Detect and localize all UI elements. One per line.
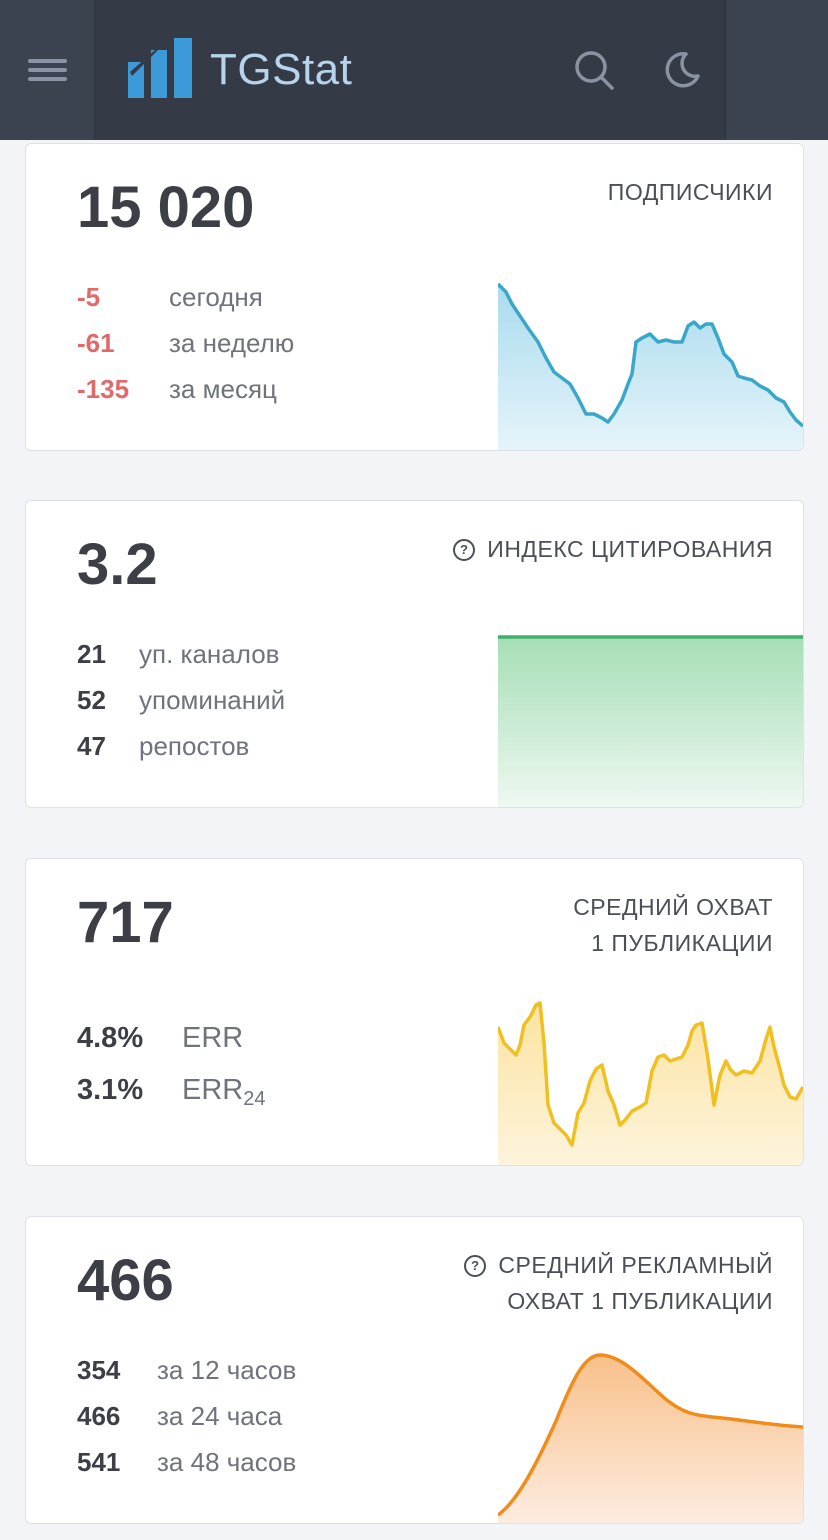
stat-value: 541 [77,1447,121,1477]
average-reach-title: СРЕДНИЙ ОХВАТ 1 ПУБЛИКАЦИИ [573,889,773,961]
title-line: СРЕДНИЙ ОХВАТ [573,894,773,920]
citation-index-title: ? ИНДЕКС ЦИТИРОВАНИЯ [453,531,773,567]
average-reach-value: 717 [77,890,174,955]
average-reach-card[interactable]: 717 СРЕДНИЙ ОХВАТ 1 ПУБЛИКАЦИИ 4.8% ERR 3… [25,858,804,1166]
average-ad-reach-card[interactable]: 466 ? СРЕДНИЙ РЕКЛАМНЫЙ ОХВАТ 1 ПУБЛИКАЦИ… [25,1216,804,1524]
stat-row: 466 за 24 часа [77,1399,282,1433]
stat-row: 21 уп. каналов [77,637,280,671]
stat-row: 52 упоминаний [77,683,285,717]
stat-label: за 12 часов [157,1355,297,1385]
stat-label: за 48 часов [157,1447,297,1477]
subscribers-sparkline [498,282,803,450]
stat-row: -5 сегодня [77,280,263,314]
menu-button[interactable] [0,0,95,140]
average-ad-reach-value: 466 [77,1248,174,1313]
app-name[interactable]: TGStat [210,44,352,96]
stat-value: 3.1% [77,1074,144,1106]
search-icon[interactable] [572,48,616,92]
moon-icon[interactable] [662,50,702,90]
stat-value: -135 [77,374,130,404]
stat-label: за неделю [169,328,295,358]
stat-label: уп. каналов [139,639,280,669]
citation-sparkline [498,635,803,807]
stat-label: за 24 часа [157,1401,283,1431]
stat-row: 541 за 48 часов [77,1445,296,1479]
err-subscript: 24 [243,1088,266,1110]
stat-value: -61 [77,328,115,358]
subscribers-count: 15 020 [77,175,255,240]
average-reach-sparkline [498,1001,803,1165]
stat-row: 4.8% ERR [77,1021,243,1055]
stat-value: 4.8% [77,1022,144,1054]
stat-row: -135 за месяц [77,372,277,406]
citation-index-value: 3.2 [77,532,158,597]
stat-label: за месяц [169,374,277,404]
average-ad-reach-title: ? СРЕДНИЙ РЕКЛАМНЫЙ ОХВАТ 1 ПУБЛИКАЦИИ [464,1247,773,1319]
side-button[interactable] [725,0,828,140]
stat-value: 466 [77,1401,121,1431]
stat-value: 47 [77,731,106,761]
title-line: 1 ПУБЛИКАЦИИ [591,930,773,956]
stat-value: -5 [77,282,101,312]
stat-label: сегодня [169,282,263,312]
stat-label: ERR [182,1022,244,1054]
title-line: ОХВАТ 1 ПУБЛИКАЦИИ [507,1288,773,1314]
help-icon[interactable]: ? [453,539,476,561]
stat-label: упоминаний [139,685,286,715]
stat-value: 354 [77,1355,121,1385]
subscribers-title: ПОДПИСЧИКИ [607,179,773,205]
stat-value: 21 [77,639,106,669]
stat-row: 354 за 12 часов [77,1353,296,1387]
stat-label: репостов [139,731,250,761]
stat-row: 3.1% ERR24 [77,1073,265,1116]
stat-value: 52 [77,685,106,715]
citation-title-text: ИНДЕКС ЦИТИРОВАНИЯ [487,536,773,562]
citation-index-card[interactable]: 3.2 ? ИНДЕКС ЦИТИРОВАНИЯ 21 уп. каналов 52… [25,500,804,808]
help-icon[interactable]: ? [464,1255,487,1277]
top-navbar: TGStat [0,0,828,140]
stat-row: 47 репостов [77,729,249,763]
title-line: ? СРЕДНИЙ РЕКЛАМНЫЙ [464,1247,773,1283]
err-label: ERR [182,1074,244,1106]
subscribers-card[interactable]: 15 020 ПОДПИСЧИКИ -5 сегодня -61 за неделю… [25,143,804,451]
title-line-text: СРЕДНИЙ РЕКЛАМНЫЙ [498,1252,773,1278]
logo-icon[interactable] [128,38,192,98]
stat-label: ERR24 [182,1073,265,1116]
average-ad-reach-sparkline [498,1353,803,1523]
stat-row: -61 за неделю [77,326,294,360]
